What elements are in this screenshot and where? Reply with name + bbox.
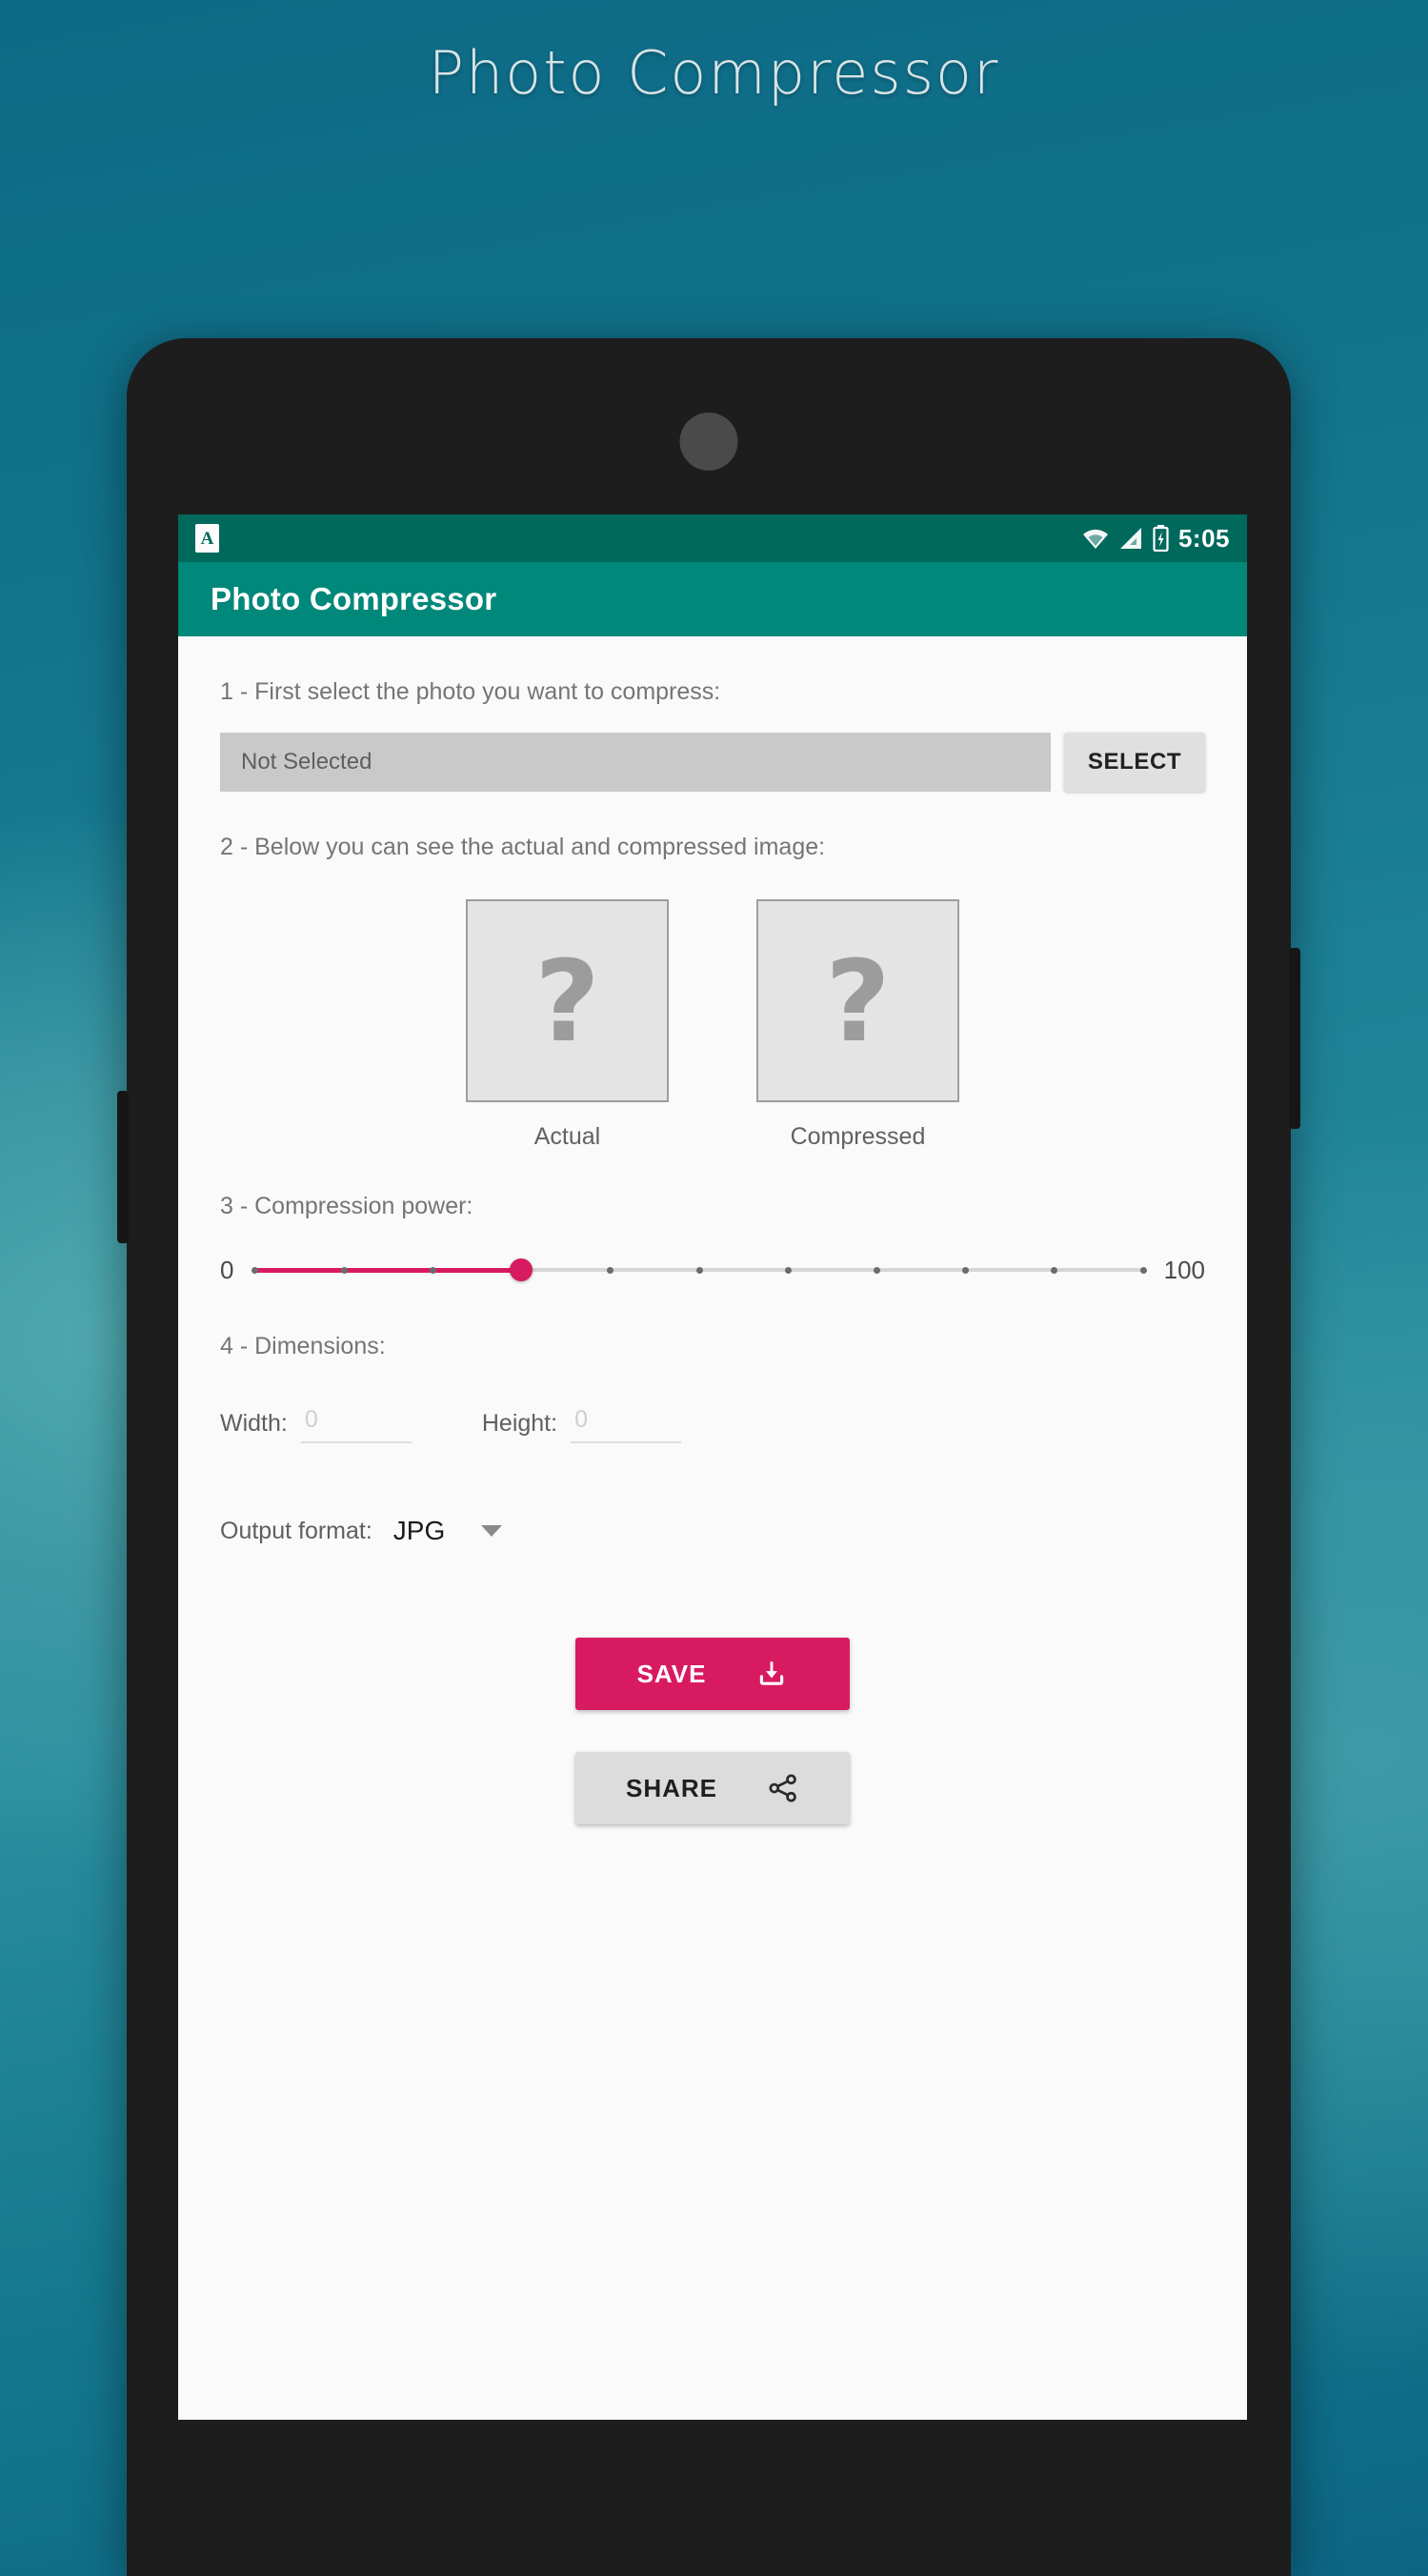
save-button[interactable]: SAVE <box>575 1638 850 1710</box>
compressed-preview-cell: ? Compressed <box>756 899 959 1151</box>
app-content: 1 - First select the photo you want to c… <box>178 678 1247 1824</box>
selected-file-field[interactable]: Not Selected <box>220 733 1051 792</box>
slider-tick <box>429 1267 436 1274</box>
phone-volume-button[interactable] <box>117 1091 129 1243</box>
width-label: Width: <box>220 1410 288 1437</box>
slider-thumb[interactable] <box>510 1258 533 1281</box>
slider-tick <box>784 1267 792 1274</box>
app-bar-title: Photo Compressor <box>211 581 497 616</box>
wifi-icon <box>1082 529 1108 549</box>
app-bar: Photo Compressor <box>178 562 1247 636</box>
output-format-value[interactable]: JPG <box>393 1516 445 1546</box>
compression-power-slider-row: 0 100 <box>220 1249 1205 1291</box>
phone-screen: A 5:05 Photo Compressor 1 - First select… <box>178 514 1247 2420</box>
cellular-signal-icon <box>1119 528 1141 549</box>
question-mark-placeholder-icon: ? <box>534 935 600 1067</box>
status-bar: A 5:05 <box>178 514 1247 562</box>
slider-tick <box>695 1267 703 1274</box>
step-1-label: 1 - First select the photo you want to c… <box>220 678 721 705</box>
step-4-label: 4 - Dimensions: <box>220 1333 386 1359</box>
save-button-label: SAVE <box>636 1659 707 1688</box>
slider-tick <box>1051 1267 1058 1274</box>
phone-earpiece-speaker <box>679 413 738 471</box>
output-format-label: Output format: <box>220 1517 372 1544</box>
share-button[interactable]: SHARE <box>575 1752 850 1824</box>
slider-tick <box>340 1267 348 1274</box>
compression-power-slider[interactable] <box>251 1249 1147 1291</box>
slider-tick <box>607 1267 614 1274</box>
screenshot-stage: Photo Compressor A 5:05 Photo Compressor… <box>0 0 1428 2576</box>
height-input[interactable] <box>571 1402 682 1443</box>
step-2-label: 2 - Below you can see the actual and com… <box>220 834 826 860</box>
battery-charging-icon <box>1153 525 1169 552</box>
download-icon <box>760 1661 784 1685</box>
share-icon <box>769 1774 796 1802</box>
slider-min-label: 0 <box>220 1255 234 1284</box>
output-format-row: Output format: JPG <box>220 1516 1205 1546</box>
slider-tick <box>1139 1267 1147 1274</box>
compressed-preview-caption: Compressed <box>790 1123 926 1150</box>
question-mark-placeholder-icon: ? <box>825 935 891 1067</box>
status-bar-icons: 5:05 <box>1082 524 1230 553</box>
slider-max-label: 100 <box>1163 1255 1205 1284</box>
slider-fill <box>254 1268 522 1273</box>
dimensions-row: Width: Height: <box>220 1402 1205 1443</box>
height-label: Height: <box>481 1410 558 1437</box>
actual-preview-cell: ? Actual <box>466 899 669 1151</box>
status-bar-clock: 5:05 <box>1177 523 1230 553</box>
select-photo-button[interactable]: SELECT <box>1064 733 1205 792</box>
step-3-label: 3 - Compression power: <box>220 1193 473 1219</box>
phone-power-button[interactable] <box>1289 948 1300 1129</box>
image-preview-row: ? Actual ? Compressed <box>220 899 1205 1151</box>
page-title: Photo Compressor <box>428 38 1000 108</box>
slider-tick <box>873 1267 880 1274</box>
photo-select-row: Not Selected SELECT <box>220 733 1205 792</box>
share-button-label: SHARE <box>625 1773 717 1802</box>
actual-image-preview[interactable]: ? <box>466 899 669 1102</box>
slider-tick <box>962 1267 970 1274</box>
compressed-image-preview[interactable]: ? <box>756 899 959 1102</box>
width-input[interactable] <box>300 1402 412 1443</box>
actual-preview-caption: Actual <box>533 1123 601 1150</box>
app-notification-icon: A <box>195 524 219 553</box>
chevron-down-icon[interactable] <box>481 1525 503 1537</box>
